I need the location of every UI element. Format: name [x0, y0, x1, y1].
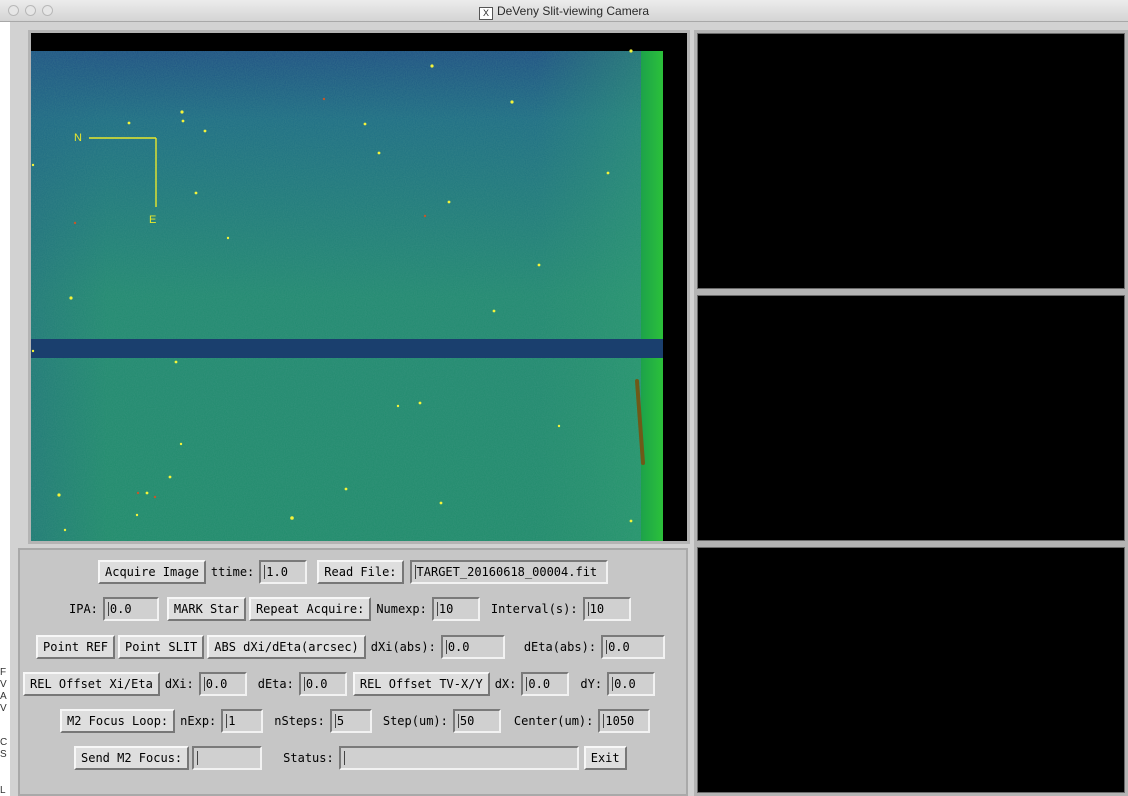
step-label: Step(um): [382, 714, 448, 728]
numexp-field[interactable]: 10 [431, 597, 480, 621]
file-name-field[interactable]: TARGET_20160618_00004.fit [409, 560, 608, 584]
acquire-row: Acquire Image ttime: 1.0 Read File: TARG… [98, 560, 608, 584]
dx-field[interactable]: 0.0 [521, 672, 570, 696]
send-m2-focus-button[interactable]: Send M2 Focus: [74, 746, 190, 770]
dy-field[interactable]: 0.0 [607, 672, 656, 696]
center-field[interactable]: 1050 [598, 709, 651, 733]
ipa-label: IPA: [69, 602, 98, 616]
dxi-abs-label: dXi(abs): [370, 640, 436, 654]
acquire-image-button[interactable]: Acquire Image [98, 560, 206, 584]
status-label: Status: [283, 751, 334, 765]
m2-focus-loop-button[interactable]: M2 Focus Loop: [60, 709, 176, 733]
focus-loop-row: M2 Focus Loop: nExp: 1 nSteps: 5 Step(um… [60, 709, 651, 733]
ttime-field[interactable]: 1.0 [259, 560, 308, 584]
slit-camera-image: N E [31, 33, 687, 541]
deta-field[interactable]: 0.0 [298, 672, 347, 696]
step-field[interactable]: 50 [452, 709, 501, 733]
east-label: E [149, 214, 156, 226]
abs-offset-button[interactable]: ABS dXi/dEta(arcsec) [207, 635, 366, 659]
north-label: N [74, 132, 82, 144]
deta-label: dEta: [257, 677, 294, 691]
background-window-strip: F V A V C S L [0, 22, 10, 796]
window-titlebar[interactable]: X DeVeny Slit-viewing Camera [0, 0, 1128, 22]
window-title: DeVeny Slit-viewing Camera [496, 4, 650, 18]
nsteps-field[interactable]: 5 [329, 709, 372, 733]
point-slit-button[interactable]: Point SLIT [118, 635, 205, 659]
send-m2-focus-field[interactable] [192, 746, 263, 770]
rel-offset-row: REL Offset Xi/Eta dXi: 0.0 dEta: 0.0 REL… [23, 672, 656, 696]
center-label: Center(um): [513, 714, 594, 728]
background-text: F [0, 667, 7, 678]
background-text: S [0, 749, 7, 760]
interval-field[interactable]: 10 [582, 597, 631, 621]
background-text: C [0, 737, 8, 748]
camera-image-display[interactable]: N E [28, 30, 690, 544]
mark-row: IPA: 0.0 MARK Star Repeat Acquire: Numex… [64, 597, 631, 621]
x11-icon: X [478, 7, 493, 20]
background-text: V [0, 703, 7, 714]
nexp-label: nExp: [180, 714, 217, 728]
interval-label: Interval(s): [490, 602, 578, 616]
display-panel-bottom[interactable] [694, 544, 1128, 796]
deta-abs-label: dEta(abs): [523, 640, 597, 654]
exit-button[interactable]: Exit [583, 746, 627, 770]
dx-label: dX: [494, 677, 517, 691]
display-panel-top[interactable] [694, 30, 1128, 292]
dxi-abs-field[interactable]: 0.0 [440, 635, 505, 659]
point-row: Point REF Point SLIT ABS dXi/dEta(arcsec… [36, 635, 666, 659]
dxi-label: dXi: [164, 677, 194, 691]
rel-offset-tv-button[interactable]: REL Offset TV-X/Y [352, 672, 490, 696]
deta-abs-field[interactable]: 0.0 [601, 635, 666, 659]
nexp-field[interactable]: 1 [221, 709, 264, 733]
numexp-label: Numexp: [376, 602, 427, 616]
repeat-acquire-button[interactable]: Repeat Acquire: [248, 597, 372, 621]
background-text: A [0, 691, 7, 702]
dy-label: dY: [580, 677, 603, 691]
display-panel-middle[interactable] [694, 292, 1128, 544]
control-panel: Acquire Image ttime: 1.0 Read File: TARG… [18, 548, 688, 796]
nsteps-label: nSteps: [274, 714, 325, 728]
send-focus-row: Send M2 Focus: Status: Exit [74, 746, 627, 770]
status-field [338, 746, 579, 770]
dxi-field[interactable]: 0.0 [198, 672, 247, 696]
background-text: L [0, 785, 6, 796]
ttime-label: ttime: [210, 565, 255, 579]
read-file-button[interactable]: Read File: [317, 560, 404, 584]
point-ref-button[interactable]: Point REF [36, 635, 116, 659]
background-text: V [0, 679, 7, 690]
mark-star-button[interactable]: MARK Star [166, 597, 246, 621]
rel-offset-xi-eta-button[interactable]: REL Offset Xi/Eta [23, 672, 160, 696]
camera-window: N E Acquire Image ttime: 1.0 Read File: … [10, 22, 1128, 796]
ipa-field[interactable]: 0.0 [102, 597, 159, 621]
